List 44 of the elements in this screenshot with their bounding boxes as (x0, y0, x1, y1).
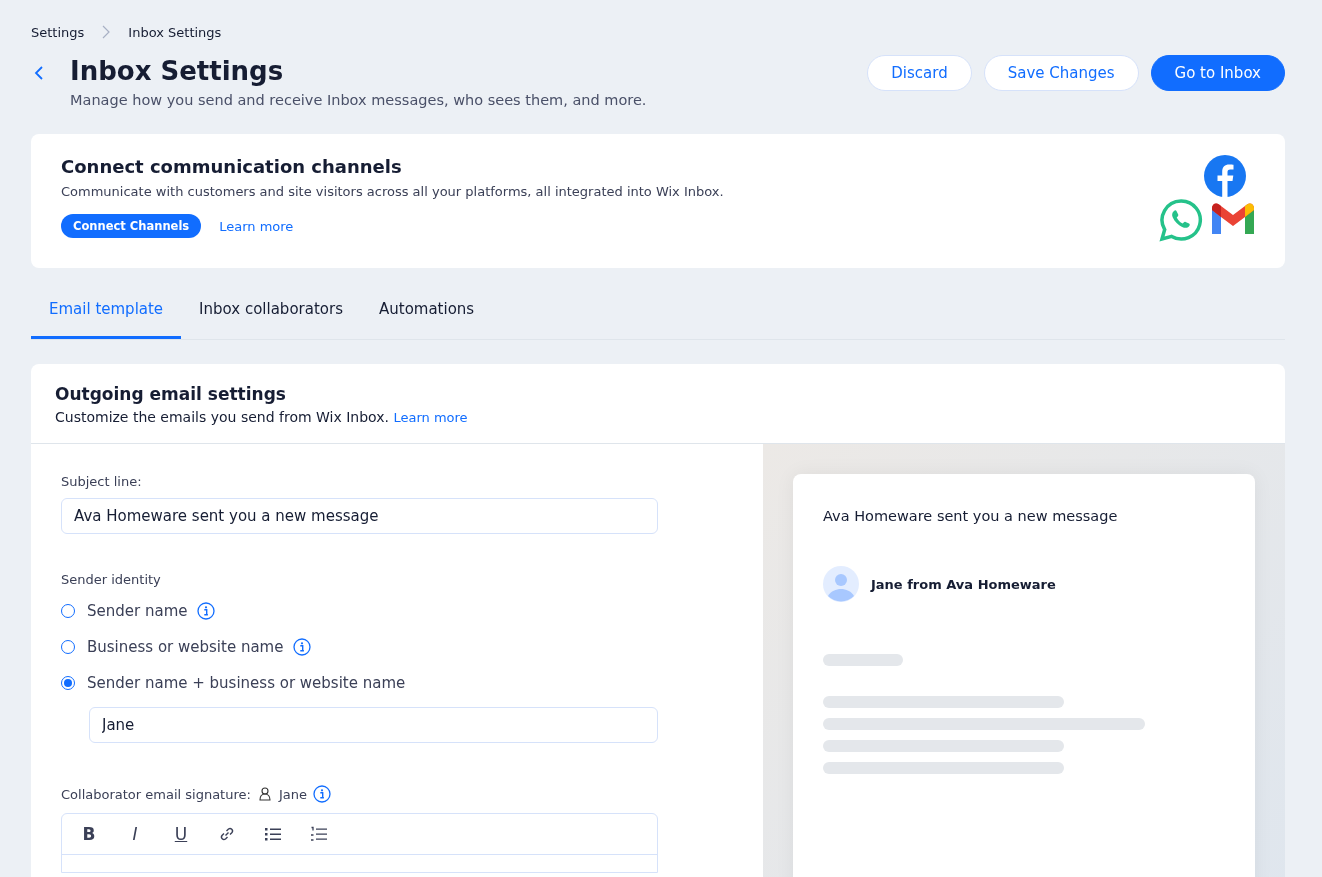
info-icon[interactable] (293, 638, 312, 656)
header-button[interactable]: Save Changes (983, 55, 1139, 91)
radio-label: Sender name (87, 602, 188, 620)
connect-channels-button[interactable]: Connect Channels (61, 214, 202, 238)
tab[interactable]: Email template (31, 286, 182, 339)
gmail-logo-icon (1211, 203, 1255, 237)
radio-label: Business or website name (87, 638, 284, 656)
info-icon[interactable] (197, 602, 216, 620)
header-button[interactable]: Discard (867, 55, 972, 91)
preview-subject: Ava Homeware sent you a new message (823, 508, 1119, 524)
info-icon[interactable] (312, 785, 331, 803)
signature-editor[interactable]: B I U (61, 813, 658, 873)
subject-line-field[interactable]: Ava Homeware sent you a new message (61, 498, 658, 534)
page-title: Inbox Settings (70, 55, 285, 87)
field-label: Collaborator email signature: (61, 786, 251, 802)
person-icon (258, 787, 271, 801)
format-button[interactable]: B (80, 824, 98, 844)
section-title: Outgoing email settings (55, 384, 287, 404)
breadcrumb-current: Inbox Settings (128, 24, 222, 40)
format-button[interactable]: U (172, 824, 190, 844)
card-description: Communicate with customers and site visitors across all your platforms, all integrated into Wix Inbox. (61, 184, 724, 199)
field-label: Subject line: (61, 474, 143, 489)
preview-sender: Jane from Ava Homeware (871, 576, 1056, 592)
facebook-logo-icon (1203, 154, 1247, 198)
card-title: Connect communication channels (61, 156, 403, 177)
chevron-right-icon (102, 25, 111, 39)
field-label: Sender identity (61, 572, 162, 587)
sender-name-field[interactable]: Jane (89, 707, 658, 743)
radio-label: Sender name + business or website name (87, 674, 406, 692)
breadcrumb-link[interactable]: Settings (31, 24, 85, 40)
link-icon[interactable] (218, 825, 236, 843)
header-button[interactable]: Go to Inbox (1150, 55, 1285, 91)
bulleted-list-icon[interactable] (264, 826, 282, 842)
whatsapp-logo-icon (1159, 198, 1203, 242)
format-button[interactable]: I (126, 824, 144, 844)
page-subtitle: Manage how you send and receive Inbox messages, who sees them, and more. (70, 92, 648, 108)
numbered-list-icon[interactable] (310, 826, 328, 842)
avatar-icon (823, 566, 859, 602)
learn-more-link[interactable]: Learn more (219, 218, 294, 234)
section-description: Customize the emails you send from Wix Inbox. (55, 409, 389, 425)
collaborator-name: Jane (278, 786, 307, 802)
learn-more-link[interactable]: Learn more (393, 410, 468, 425)
tab[interactable]: Inbox collaborators (181, 286, 361, 339)
tab[interactable]: Automations (361, 286, 493, 339)
